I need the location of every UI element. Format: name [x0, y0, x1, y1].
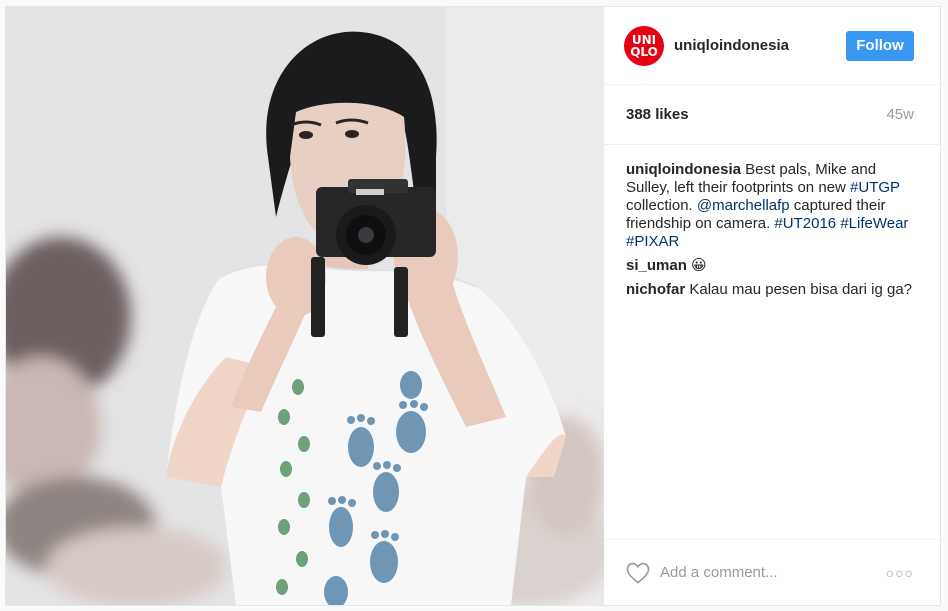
caption-username[interactable]: uniqloindonesia	[626, 161, 741, 178]
caption: uniqloindonesia Best pals, Mike and Sull…	[626, 161, 914, 251]
follow-button[interactable]: Follow	[846, 30, 914, 61]
hashtag-link[interactable]: #UTGP	[850, 179, 900, 196]
account-avatar[interactable]: UNI QLO	[624, 25, 664, 66]
heart-icon[interactable]	[626, 562, 650, 584]
comments-list: uniqloindonesia Best pals, Mike and Sull…	[604, 145, 940, 539]
post-details-panel: UNI QLO uniqloindonesia Follow 388 likes…	[604, 7, 940, 605]
hashtag-link[interactable]: #PIXAR	[626, 233, 679, 250]
post-photo[interactable]	[6, 7, 604, 605]
hashtag-link[interactable]: #LifeWear	[840, 215, 908, 232]
comment-bar: ○○○	[604, 539, 940, 605]
mention-link[interactable]: @marchellafp	[697, 197, 790, 214]
post-meta: 388 likes 45w	[604, 85, 940, 145]
account-username[interactable]: uniqloindonesia	[674, 37, 846, 54]
comment-username[interactable]: nichofar	[626, 281, 685, 298]
comment-text: 😀	[691, 257, 707, 274]
comment-text: Kalau mau pesen bisa dari ig ga?	[689, 281, 913, 298]
caption-text: collection.	[626, 197, 697, 214]
comment-username[interactable]: si_uman	[626, 257, 687, 274]
add-comment-input[interactable]	[660, 564, 886, 581]
avatar-logo-line-2: QLO	[630, 44, 658, 59]
likes-count[interactable]: 388 likes	[626, 106, 689, 123]
hashtag-link[interactable]: #UT2016	[774, 215, 836, 232]
post-photo-image	[6, 7, 604, 605]
comment-item: nichofar Kalau mau pesen bisa dari ig ga…	[626, 281, 914, 299]
comment-item: si_uman 😀	[626, 257, 914, 275]
more-options-icon[interactable]: ○○○	[886, 565, 914, 581]
avatar-logo-line-1: UNI	[631, 32, 657, 47]
post-age[interactable]: 45w	[886, 106, 914, 123]
post-header: UNI QLO uniqloindonesia Follow	[604, 7, 940, 85]
instagram-post: UNI QLO uniqloindonesia Follow 388 likes…	[5, 6, 941, 606]
